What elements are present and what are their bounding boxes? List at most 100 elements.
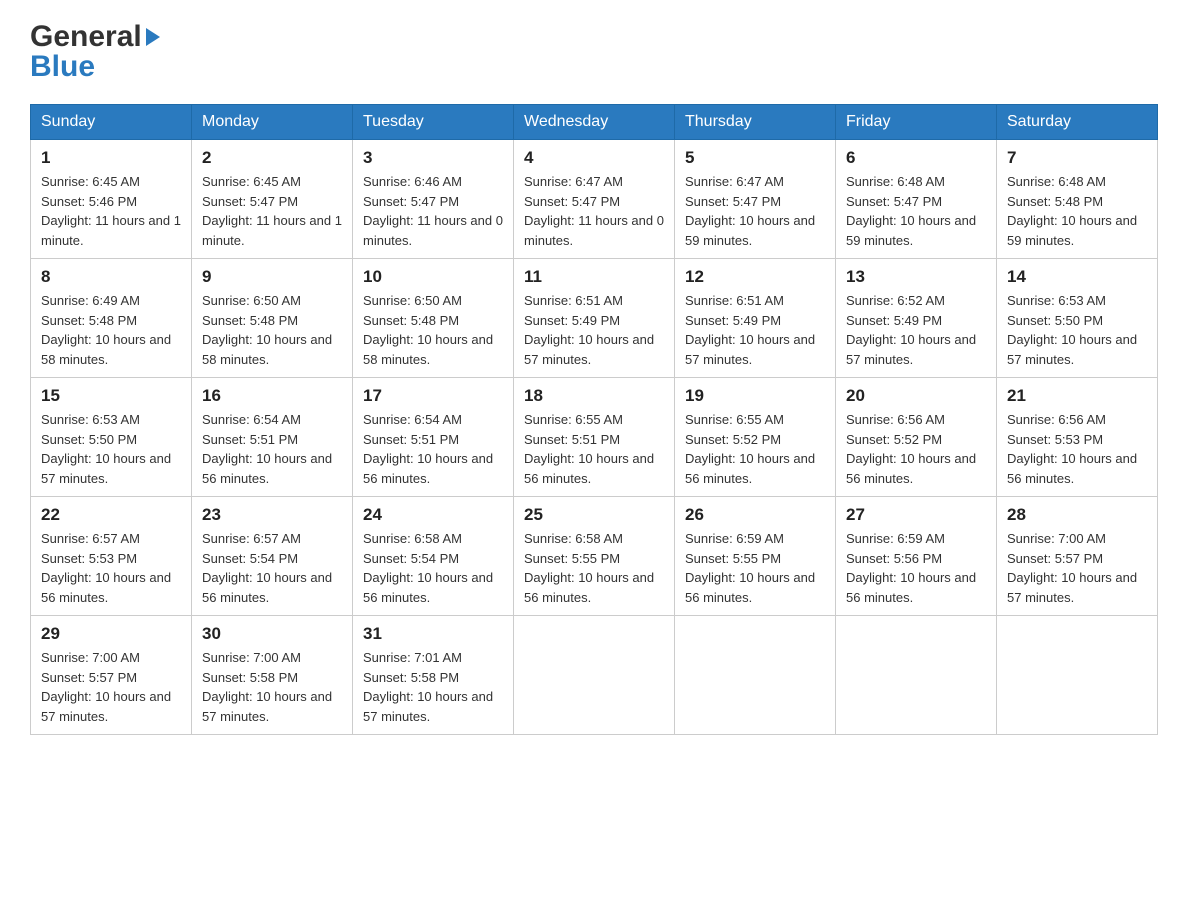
calendar-cell: 20 Sunrise: 6:56 AM Sunset: 5:52 PM Dayl…: [836, 378, 997, 497]
day-number: 25: [524, 505, 664, 525]
calendar-cell: 26 Sunrise: 6:59 AM Sunset: 5:55 PM Dayl…: [675, 497, 836, 616]
calendar-cell: 17 Sunrise: 6:54 AM Sunset: 5:51 PM Dayl…: [353, 378, 514, 497]
calendar-cell: 23 Sunrise: 6:57 AM Sunset: 5:54 PM Dayl…: [192, 497, 353, 616]
calendar-cell: 24 Sunrise: 6:58 AM Sunset: 5:54 PM Dayl…: [353, 497, 514, 616]
calendar-cell: 5 Sunrise: 6:47 AM Sunset: 5:47 PM Dayli…: [675, 140, 836, 259]
day-info: Sunrise: 7:00 AM Sunset: 5:57 PM Dayligh…: [41, 648, 181, 726]
day-number: 3: [363, 148, 503, 168]
day-info: Sunrise: 6:51 AM Sunset: 5:49 PM Dayligh…: [685, 291, 825, 369]
calendar-cell: 30 Sunrise: 7:00 AM Sunset: 5:58 PM Dayl…: [192, 616, 353, 735]
day-number: 23: [202, 505, 342, 525]
day-number: 24: [363, 505, 503, 525]
day-info: Sunrise: 6:52 AM Sunset: 5:49 PM Dayligh…: [846, 291, 986, 369]
day-number: 29: [41, 624, 181, 644]
day-number: 14: [1007, 267, 1147, 287]
page-header: General Blue: [30, 20, 1158, 84]
week-row-5: 29 Sunrise: 7:00 AM Sunset: 5:57 PM Dayl…: [31, 616, 1158, 735]
day-number: 22: [41, 505, 181, 525]
calendar-cell: [997, 616, 1158, 735]
calendar-cell: 3 Sunrise: 6:46 AM Sunset: 5:47 PM Dayli…: [353, 140, 514, 259]
calendar-cell: 31 Sunrise: 7:01 AM Sunset: 5:58 PM Dayl…: [353, 616, 514, 735]
day-info: Sunrise: 6:45 AM Sunset: 5:47 PM Dayligh…: [202, 172, 342, 250]
calendar-cell: 1 Sunrise: 6:45 AM Sunset: 5:46 PM Dayli…: [31, 140, 192, 259]
calendar-header: SundayMondayTuesdayWednesdayThursdayFrid…: [31, 105, 1158, 140]
calendar-cell: 16 Sunrise: 6:54 AM Sunset: 5:51 PM Dayl…: [192, 378, 353, 497]
header-friday: Friday: [836, 105, 997, 140]
day-info: Sunrise: 6:59 AM Sunset: 5:55 PM Dayligh…: [685, 529, 825, 607]
day-info: Sunrise: 6:47 AM Sunset: 5:47 PM Dayligh…: [524, 172, 664, 250]
day-number: 31: [363, 624, 503, 644]
day-number: 19: [685, 386, 825, 406]
day-info: Sunrise: 7:00 AM Sunset: 5:58 PM Dayligh…: [202, 648, 342, 726]
calendar-cell: 6 Sunrise: 6:48 AM Sunset: 5:47 PM Dayli…: [836, 140, 997, 259]
calendar-cell: 7 Sunrise: 6:48 AM Sunset: 5:48 PM Dayli…: [997, 140, 1158, 259]
header-monday: Monday: [192, 105, 353, 140]
calendar-cell: 11 Sunrise: 6:51 AM Sunset: 5:49 PM Dayl…: [514, 259, 675, 378]
day-info: Sunrise: 6:54 AM Sunset: 5:51 PM Dayligh…: [363, 410, 503, 488]
day-number: 11: [524, 267, 664, 287]
day-number: 18: [524, 386, 664, 406]
day-number: 2: [202, 148, 342, 168]
day-info: Sunrise: 6:47 AM Sunset: 5:47 PM Dayligh…: [685, 172, 825, 250]
header-wednesday: Wednesday: [514, 105, 675, 140]
day-info: Sunrise: 7:01 AM Sunset: 5:58 PM Dayligh…: [363, 648, 503, 726]
calendar-cell: 22 Sunrise: 6:57 AM Sunset: 5:53 PM Dayl…: [31, 497, 192, 616]
calendar-cell: 28 Sunrise: 7:00 AM Sunset: 5:57 PM Dayl…: [997, 497, 1158, 616]
week-row-1: 1 Sunrise: 6:45 AM Sunset: 5:46 PM Dayli…: [31, 140, 1158, 259]
day-info: Sunrise: 6:56 AM Sunset: 5:52 PM Dayligh…: [846, 410, 986, 488]
day-number: 26: [685, 505, 825, 525]
day-number: 16: [202, 386, 342, 406]
day-info: Sunrise: 6:50 AM Sunset: 5:48 PM Dayligh…: [363, 291, 503, 369]
day-info: Sunrise: 6:54 AM Sunset: 5:51 PM Dayligh…: [202, 410, 342, 488]
logo-arrow-icon: [146, 28, 160, 46]
day-number: 30: [202, 624, 342, 644]
calendar-cell: 14 Sunrise: 6:53 AM Sunset: 5:50 PM Dayl…: [997, 259, 1158, 378]
day-number: 8: [41, 267, 181, 287]
day-info: Sunrise: 6:55 AM Sunset: 5:52 PM Dayligh…: [685, 410, 825, 488]
calendar-cell: [514, 616, 675, 735]
day-number: 7: [1007, 148, 1147, 168]
calendar-cell: 25 Sunrise: 6:58 AM Sunset: 5:55 PM Dayl…: [514, 497, 675, 616]
calendar-table: SundayMondayTuesdayWednesdayThursdayFrid…: [30, 104, 1158, 735]
day-info: Sunrise: 6:48 AM Sunset: 5:47 PM Dayligh…: [846, 172, 986, 250]
header-saturday: Saturday: [997, 105, 1158, 140]
calendar-cell: [836, 616, 997, 735]
header-thursday: Thursday: [675, 105, 836, 140]
day-number: 20: [846, 386, 986, 406]
day-number: 28: [1007, 505, 1147, 525]
day-number: 21: [1007, 386, 1147, 406]
calendar-cell: 10 Sunrise: 6:50 AM Sunset: 5:48 PM Dayl…: [353, 259, 514, 378]
day-number: 15: [41, 386, 181, 406]
calendar-cell: 9 Sunrise: 6:50 AM Sunset: 5:48 PM Dayli…: [192, 259, 353, 378]
day-info: Sunrise: 6:58 AM Sunset: 5:54 PM Dayligh…: [363, 529, 503, 607]
day-info: Sunrise: 6:53 AM Sunset: 5:50 PM Dayligh…: [41, 410, 181, 488]
day-number: 27: [846, 505, 986, 525]
header-sunday: Sunday: [31, 105, 192, 140]
header-row: SundayMondayTuesdayWednesdayThursdayFrid…: [31, 105, 1158, 140]
calendar-cell: 19 Sunrise: 6:55 AM Sunset: 5:52 PM Dayl…: [675, 378, 836, 497]
calendar-body: 1 Sunrise: 6:45 AM Sunset: 5:46 PM Dayli…: [31, 140, 1158, 735]
calendar-cell: 27 Sunrise: 6:59 AM Sunset: 5:56 PM Dayl…: [836, 497, 997, 616]
day-number: 9: [202, 267, 342, 287]
day-number: 5: [685, 148, 825, 168]
calendar-cell: 8 Sunrise: 6:49 AM Sunset: 5:48 PM Dayli…: [31, 259, 192, 378]
day-info: Sunrise: 6:50 AM Sunset: 5:48 PM Dayligh…: [202, 291, 342, 369]
calendar-cell: 12 Sunrise: 6:51 AM Sunset: 5:49 PM Dayl…: [675, 259, 836, 378]
day-info: Sunrise: 7:00 AM Sunset: 5:57 PM Dayligh…: [1007, 529, 1147, 607]
day-number: 6: [846, 148, 986, 168]
header-tuesday: Tuesday: [353, 105, 514, 140]
day-number: 4: [524, 148, 664, 168]
day-info: Sunrise: 6:55 AM Sunset: 5:51 PM Dayligh…: [524, 410, 664, 488]
day-info: Sunrise: 6:46 AM Sunset: 5:47 PM Dayligh…: [363, 172, 503, 250]
day-number: 17: [363, 386, 503, 406]
day-number: 1: [41, 148, 181, 168]
calendar-cell: 4 Sunrise: 6:47 AM Sunset: 5:47 PM Dayli…: [514, 140, 675, 259]
day-number: 13: [846, 267, 986, 287]
day-info: Sunrise: 6:48 AM Sunset: 5:48 PM Dayligh…: [1007, 172, 1147, 250]
calendar-cell: 13 Sunrise: 6:52 AM Sunset: 5:49 PM Dayl…: [836, 259, 997, 378]
day-info: Sunrise: 6:49 AM Sunset: 5:48 PM Dayligh…: [41, 291, 181, 369]
logo: General Blue: [30, 20, 160, 84]
calendar-cell: 21 Sunrise: 6:56 AM Sunset: 5:53 PM Dayl…: [997, 378, 1158, 497]
logo-general: General: [30, 20, 142, 54]
logo-blue: Blue: [30, 50, 95, 84]
